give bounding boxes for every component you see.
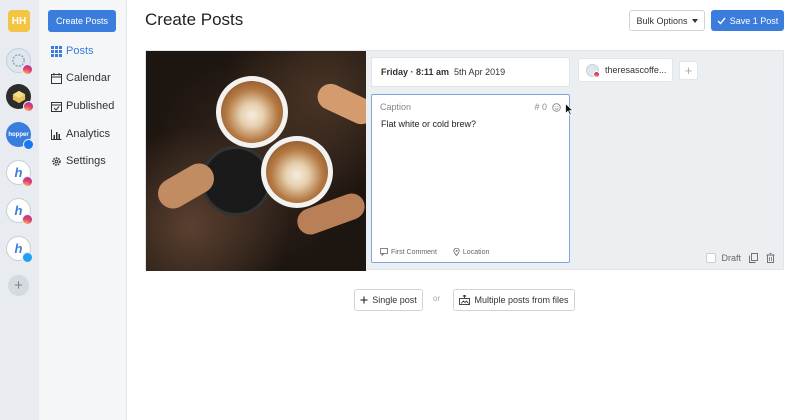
instagram-badge-icon [593,70,600,78]
grid-icon [51,45,62,57]
add-account-to-post-button[interactable]: + [679,61,698,80]
multiple-posts-button[interactable]: Multiple posts from files [453,289,575,311]
account-avatar-4[interactable]: h [6,160,33,187]
caption-text[interactable]: Flat white or cold brew? [381,119,476,129]
account-avatar-3[interactable]: hopper [6,122,34,150]
nav-item-calendar[interactable]: Calendar [51,70,111,86]
location-button[interactable]: Location [453,248,497,256]
instagram-badge-icon [22,176,33,187]
nav-item-label: Published [66,100,115,112]
page-title: Create Posts [145,10,244,29]
location-label: Location [462,248,490,256]
mouse-cursor-icon [565,103,574,116]
bulk-options-button[interactable]: Bulk Options [629,10,705,31]
emoji-icon[interactable] [552,102,561,112]
account-label: h [14,241,23,256]
account-avatar-6[interactable]: h [6,236,33,263]
instagram-badge-icon [22,214,33,225]
nav-item-label: Posts [66,45,94,57]
twitter-badge-icon [22,252,33,263]
account-avatar-1[interactable] [6,48,33,75]
multiple-posts-label: Multiple posts from files [474,295,569,305]
account-label: h [14,165,23,180]
location-pin-icon [453,248,460,256]
nav-sidebar: Create Posts Posts Calendar Published An… [39,0,127,420]
bulk-options-label: Bulk Options [636,15,688,26]
nav-item-label: Calendar [66,72,111,84]
workspace-badge[interactable]: HH [8,10,30,32]
add-account-button[interactable]: + [8,275,29,296]
plus-icon [360,296,368,304]
save-post-button[interactable]: Save 1 Post [711,10,784,31]
check-icon [717,17,726,25]
facebook-badge-icon [23,139,34,150]
single-post-label: Single post [372,295,417,305]
create-posts-button[interactable]: Create Posts [48,10,116,32]
caption-meta: # 0 [534,102,561,112]
nav-item-label: Analytics [66,128,111,140]
account-avatar-5[interactable]: h [6,198,33,225]
post-photo[interactable] [146,51,366,271]
trash-icon[interactable] [766,253,775,263]
account-avatar [586,63,600,78]
caption-editor[interactable]: Caption # 0 Flat white or cold brew? Fir… [371,94,570,263]
caption-footer: First Comment Location [380,248,505,256]
nav-item-label: Settings [66,155,106,167]
single-post-button[interactable]: Single post [354,289,423,311]
account-avatar-2[interactable] [6,84,34,112]
account-rail: HH hopper h h h + [0,0,39,420]
draft-checkbox[interactable] [706,253,717,263]
duplicate-icon[interactable] [749,253,758,263]
draft-label: Draft [721,253,741,263]
schedule-date: 5th Apr 2019 [454,67,506,77]
schedule-day-time: Friday · 8:11 am [381,67,450,77]
nav-item-posts[interactable]: Posts [51,43,94,59]
gear-icon [51,156,62,167]
image-upload-icon [459,295,471,305]
caret-down-icon [691,18,698,23]
caption-label: Caption [380,102,412,112]
cube-logo-icon [12,90,25,103]
hashtag-count: # 0 [534,102,547,112]
bar-chart-icon [51,129,62,140]
save-post-label: Save 1 Post [729,15,779,26]
schedule-date-picker[interactable]: Friday · 8:11 am 5th Apr 2019 [371,57,570,87]
account-name: theresascoffe... [605,65,667,75]
comment-icon [380,248,388,256]
account-label: h [14,203,23,218]
check-calendar-icon [51,101,62,112]
instagram-badge-icon [23,101,34,112]
calendar-icon [51,72,62,84]
nav-item-settings[interactable]: Settings [51,153,106,169]
first-comment-label: First Comment [391,248,437,256]
selected-account-chip[interactable]: theresascoffe... [578,58,673,82]
nav-item-analytics[interactable]: Analytics [51,126,110,142]
post-card-footer: Draft [706,253,775,263]
post-card: Friday · 8:11 am 5th Apr 2019 Caption # … [145,50,784,271]
account-label: hopper [8,131,29,138]
nav-item-published[interactable]: Published [51,98,114,114]
or-divider-text: or [433,294,441,303]
instagram-badge-icon [22,64,33,75]
first-comment-button[interactable]: First Comment [380,248,445,256]
